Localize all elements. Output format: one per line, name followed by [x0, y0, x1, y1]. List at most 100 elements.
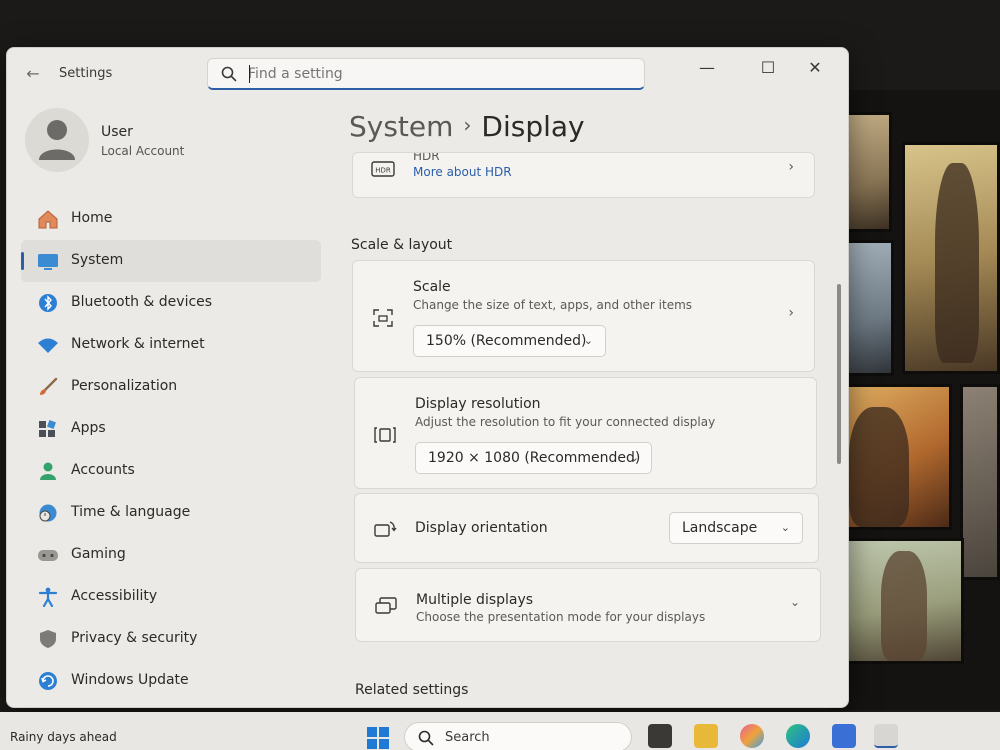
settings-gear-icon[interactable] [874, 724, 898, 748]
resolution-dropdown[interactable]: 1920 × 1080 (Recommended) ⌄ [415, 442, 652, 474]
home-icon [38, 210, 58, 229]
page-title: Display [481, 110, 585, 143]
scale-description: Change the size of text, apps, and other… [413, 298, 693, 312]
avatar [25, 108, 89, 172]
display-orientation-card: Display orientation Landscape ⌄ [354, 493, 819, 563]
chevron-down-icon: ⌄ [780, 521, 790, 534]
section-heading-scale-layout: Scale & layout [351, 237, 453, 253]
app-title: Settings [59, 66, 113, 81]
scrollbar-thumb[interactable] [837, 284, 841, 464]
wallpaper-figure [881, 551, 927, 661]
multiple-displays-description: Choose the presentation mode for your di… [416, 610, 706, 624]
sidebar-item-windows-update[interactable]: Windows Update [21, 660, 321, 702]
display-orientation-title: Display orientation [415, 520, 548, 536]
sidebar-item-label: Home [71, 210, 113, 226]
sidebar-item-home[interactable]: Home [21, 198, 321, 240]
search-icon [221, 66, 237, 82]
sidebar-item-label: Apps [71, 420, 106, 436]
file-explorer-icon[interactable] [694, 724, 718, 748]
wallpaper-panel [836, 384, 952, 530]
text-caret [249, 65, 250, 83]
sidebar-item-label: Privacy & security [71, 630, 198, 646]
breadcrumb-parent[interactable]: System [349, 110, 453, 143]
person-icon [39, 120, 75, 160]
person-icon [40, 462, 56, 480]
wallpaper-panel [902, 142, 1000, 374]
close-icon: ✕ [808, 58, 822, 77]
wallpaper-figure [849, 407, 909, 527]
user-name: User [101, 124, 133, 140]
sidebar-item-accessibility[interactable]: Accessibility [21, 576, 321, 618]
more-about-hdr-link[interactable]: More about HDR [413, 165, 512, 179]
svg-text:HDR: HDR [375, 167, 391, 175]
globe-clock-icon [39, 504, 57, 522]
sidebar-item-label: Time & language [71, 504, 191, 520]
hdr-card[interactable]: HDR HDR More about HDR › [352, 152, 815, 198]
brush-icon [40, 377, 58, 395]
multiple-displays-icon [375, 597, 397, 614]
sidebar-item-gaming[interactable]: Gaming [21, 534, 321, 576]
arrow-left-icon: ← [26, 64, 40, 83]
chevron-right-icon: › [463, 113, 472, 137]
apps-icon [39, 420, 56, 437]
maximize-button[interactable]: ☐ [752, 56, 784, 80]
sidebar-item-label: Personalization [71, 378, 178, 394]
chevron-down-icon: ⌄ [629, 451, 639, 464]
sidebar-item-accounts[interactable]: Accounts [21, 450, 321, 492]
sidebar-item-label: Bluetooth & devices [71, 294, 213, 310]
scale-card[interactable]: Scale Change the size of text, apps, and… [352, 260, 815, 372]
taskbar: Rainy days ahead Search [0, 712, 1000, 750]
copilot-icon[interactable] [740, 724, 764, 748]
account-type: Local Account [101, 144, 185, 158]
sidebar-nav: Home System Bluetooth & devices Network … [21, 198, 321, 702]
orientation-value: Landscape [682, 520, 758, 536]
sidebar-item-label: Windows Update [71, 672, 189, 688]
task-view-icon[interactable] [648, 724, 672, 748]
display-resolution-card: Display resolution Adjust the resolution… [354, 377, 817, 489]
sidebar-item-label: System [71, 252, 124, 268]
chevron-down-icon: ⌄ [583, 334, 593, 347]
minimize-button[interactable]: — [691, 56, 723, 80]
resolution-value: 1920 × 1080 (Recommended) [428, 450, 641, 466]
taskbar-search[interactable]: Search [404, 722, 632, 750]
orientation-dropdown[interactable]: Landscape ⌄ [669, 512, 803, 544]
title-bar: ← Settings — ☐ ✕ [7, 48, 848, 100]
settings-window: ← Settings — ☐ ✕ User Local Account [6, 47, 849, 708]
sidebar-item-network[interactable]: Network & internet [21, 324, 321, 366]
search-input[interactable] [248, 63, 628, 85]
sidebar-item-personalization[interactable]: Personalization [21, 366, 321, 408]
scale-value: 150% (Recommended) [426, 333, 587, 349]
edge-icon[interactable] [786, 724, 810, 748]
weather-widget[interactable]: Rainy days ahead [10, 730, 117, 744]
sidebar-item-time-language[interactable]: Time & language [21, 492, 321, 534]
store-icon[interactable] [832, 724, 856, 748]
taskbar-search-label: Search [445, 730, 490, 745]
wallpaper-figure [935, 163, 979, 363]
wallpaper-panel [960, 384, 1000, 580]
close-button[interactable]: ✕ [799, 56, 831, 80]
search-box[interactable] [207, 58, 645, 90]
search-icon [418, 730, 434, 746]
sidebar-item-system[interactable]: System [21, 240, 321, 282]
sidebar-item-label: Network & internet [71, 336, 205, 352]
scale-dropdown[interactable]: 150% (Recommended) ⌄ [413, 325, 606, 357]
accessibility-icon [38, 587, 58, 607]
sidebar-item-bluetooth[interactable]: Bluetooth & devices [21, 282, 321, 324]
sidebar-item-privacy-security[interactable]: Privacy & security [21, 618, 321, 660]
update-icon [39, 672, 57, 690]
minimize-icon: — [699, 58, 715, 77]
scale-icon [373, 309, 393, 327]
multiple-displays-card[interactable]: Multiple displays Choose the presentatio… [355, 568, 821, 642]
sidebar-item-apps[interactable]: Apps [21, 408, 321, 450]
back-button[interactable]: ← [23, 64, 43, 84]
shield-icon [40, 630, 56, 648]
breadcrumb: System › Display [349, 110, 585, 143]
orientation-icon [374, 521, 397, 537]
chevron-right-icon: › [788, 159, 794, 175]
multiple-displays-title: Multiple displays [416, 592, 534, 608]
chevron-right-icon[interactable]: › [788, 305, 794, 321]
chevron-down-icon: ⌄ [789, 595, 800, 609]
maximize-icon: ☐ [760, 58, 776, 77]
windows-start-icon[interactable] [366, 726, 390, 750]
sidebar-item-label: Accessibility [71, 588, 158, 604]
